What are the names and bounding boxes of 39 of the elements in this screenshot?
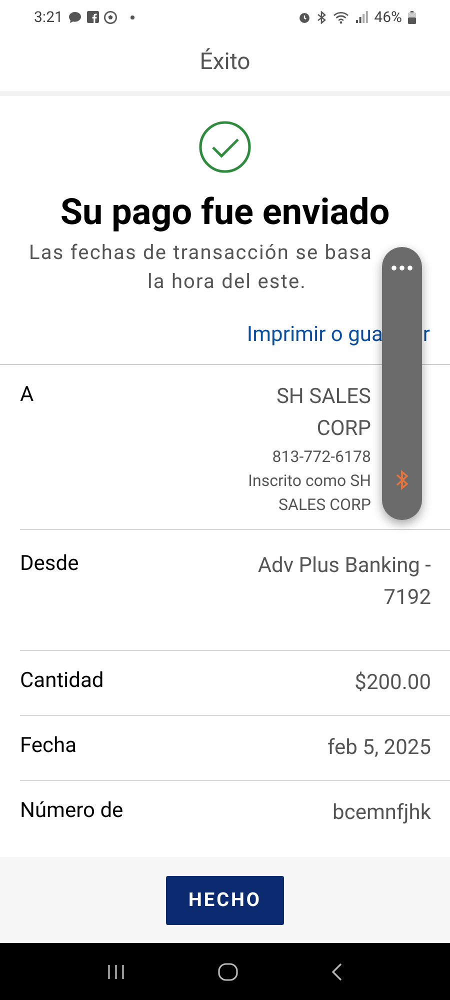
success-check-icon [198, 120, 252, 174]
header-title: Éxito [200, 47, 250, 78]
wifi-icon [333, 10, 350, 24]
facebook-icon [86, 11, 99, 23]
ball-icon [104, 10, 117, 24]
detail-value: Adv Plus Banking - [258, 553, 431, 580]
signal-icon [356, 11, 368, 23]
print-save-link[interactable]: Imprimir o gua [246, 320, 383, 352]
home-icon[interactable] [218, 962, 238, 980]
bluetooth-icon [317, 10, 328, 24]
floating-bubble[interactable] [382, 247, 422, 520]
more-icon[interactable] [391, 265, 413, 271]
detail-label: Número de [20, 798, 124, 825]
detail-subvalue: SALES CORP [278, 494, 371, 516]
recent-apps-icon[interactable] [106, 964, 125, 980]
detail-subvalue: 813-772-6178 [272, 446, 371, 468]
detail-value: bcemnfjhk [332, 800, 431, 827]
success-heading: Su pago fue enviado [60, 192, 390, 232]
detail-value: CORP [316, 416, 371, 443]
battery-percent: 46% [374, 6, 402, 28]
detail-value: 7192 [384, 585, 431, 612]
detail-value: $200.00 [354, 670, 431, 697]
timezone-note: la hora del este. [146, 268, 307, 295]
detail-label: Desde [20, 551, 79, 578]
detail-label: Cantidad [20, 668, 104, 695]
detail-label: Fecha [20, 733, 77, 760]
back-icon[interactable] [331, 962, 344, 980]
alarm-icon [298, 10, 312, 24]
detail-label: A [20, 382, 34, 409]
dot-icon [130, 14, 135, 20]
detail-value: SH SALES [276, 384, 371, 411]
detail-value: feb 5, 2025 [327, 735, 431, 762]
chat-icon [68, 10, 82, 24]
timezone-note: Las fechas de transacción se basa [28, 239, 374, 266]
battery-icon [408, 10, 416, 24]
detail-subvalue: Inscrito como SH [248, 470, 371, 492]
done-button[interactable]: HECHO [166, 876, 284, 924]
status-time: 3:21 [34, 6, 63, 28]
print-save-link[interactable]: r [422, 320, 430, 352]
